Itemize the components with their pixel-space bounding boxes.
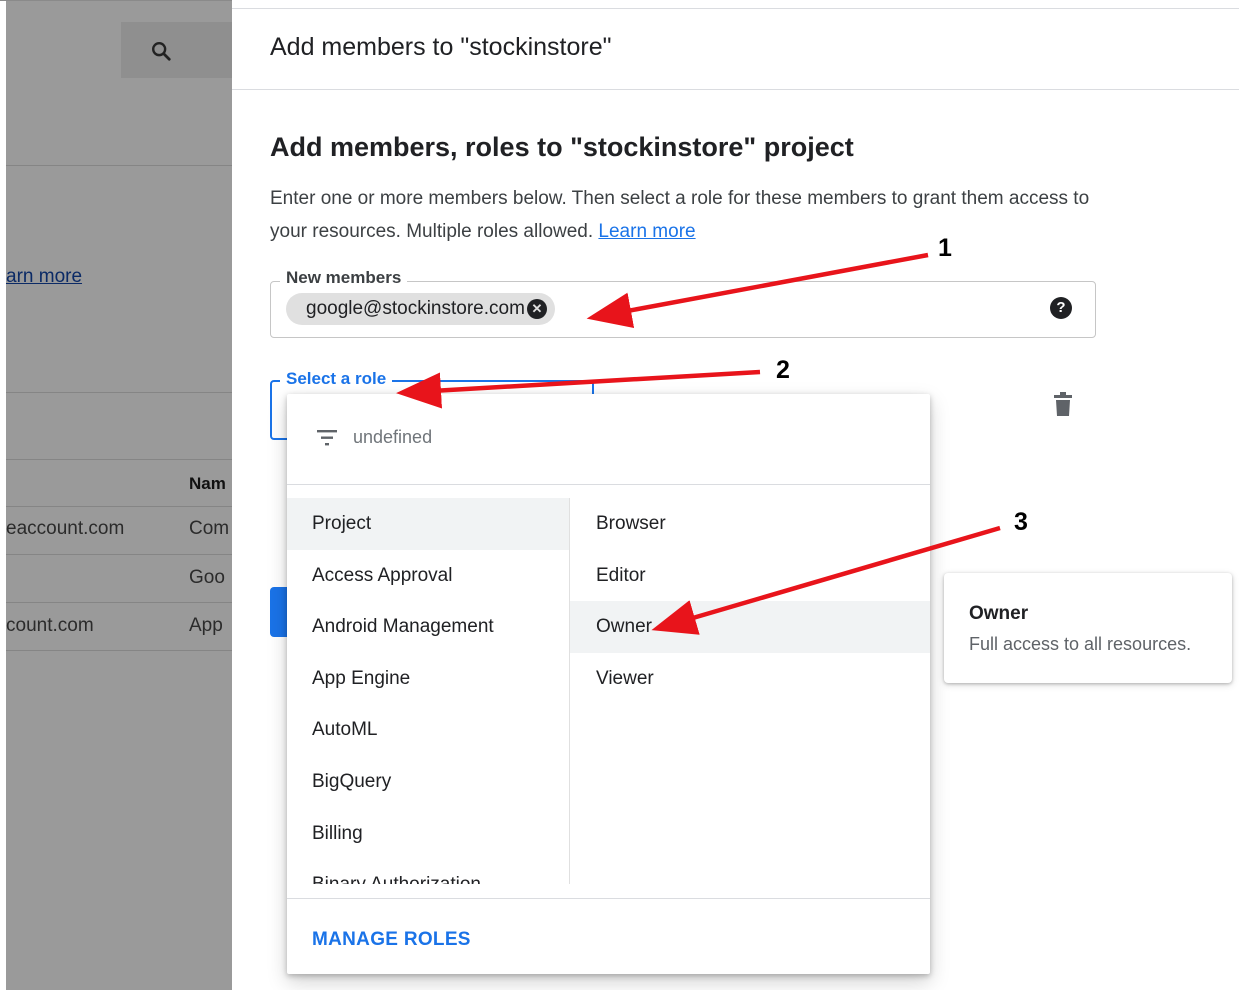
new-members-label: New members <box>280 268 408 288</box>
role-item-editor[interactable]: Editor <box>570 550 930 602</box>
background-learn-more-link[interactable]: arn more <box>6 266 82 288</box>
panel-title: Add members to "stockinstore" <box>270 33 612 61</box>
section-title: Add members, roles to "stockinstore" pro… <box>270 132 854 162</box>
manage-roles-button[interactable]: MANAGE ROLES <box>312 929 471 951</box>
table-cell: Goo <box>189 567 225 588</box>
table-cell: App <box>189 615 223 636</box>
filter-icon <box>317 430 337 446</box>
member-chip-label: google@stockinstore.com <box>306 298 525 319</box>
help-icon[interactable]: ? <box>1050 297 1072 319</box>
role-dropdown-menu: undefined Project Access Approval Androi… <box>287 394 930 974</box>
background-page: arn more Nam eaccount.com Com Goo count.… <box>0 0 232 990</box>
divider <box>6 554 232 555</box>
header-divider <box>232 89 1239 90</box>
role-item-viewer[interactable]: Viewer <box>570 653 930 705</box>
divider <box>6 650 232 651</box>
save-button[interactable] <box>270 587 288 637</box>
divider <box>6 602 232 603</box>
divider <box>6 459 232 460</box>
member-chip: google@stockinstore.com ✕ <box>286 293 555 325</box>
table-cell: eaccount.com <box>6 518 125 539</box>
info-card-description: Full access to all resources. <box>969 634 1192 654</box>
info-card-title: Owner <box>969 603 1029 624</box>
table-header-name: Nam <box>189 474 226 493</box>
filter-row[interactable]: undefined <box>287 394 930 485</box>
category-item-binary-authorization[interactable]: Binary Authorization <box>287 859 569 884</box>
category-item-automl[interactable]: AutoML <box>287 704 569 756</box>
role-item-owner[interactable]: Owner <box>570 601 930 653</box>
table-cell: Com <box>189 518 230 539</box>
top-divider <box>0 0 232 1</box>
trash-icon[interactable] <box>1054 392 1072 416</box>
remove-chip-icon[interactable]: ✕ <box>526 299 547 319</box>
role-list: Browser Editor Owner Viewer <box>570 498 930 704</box>
page-left-edge <box>0 0 6 990</box>
select-role-label: Select a role <box>280 369 393 389</box>
learn-more-link[interactable]: Learn more <box>598 221 695 242</box>
filter-input[interactable]: undefined <box>353 427 432 448</box>
top-divider <box>232 8 1239 9</box>
description: Enter one or more members below. Then se… <box>270 182 1110 248</box>
search-button[interactable] <box>121 22 232 78</box>
role-item-browser[interactable]: Browser <box>570 498 930 550</box>
divider <box>6 165 232 166</box>
category-item-access-approval[interactable]: Access Approval <box>287 550 569 602</box>
divider <box>6 392 232 393</box>
category-item-bigquery[interactable]: BigQuery <box>287 756 569 808</box>
category-item-android-management[interactable]: Android Management <box>287 601 569 653</box>
search-icon <box>152 42 171 61</box>
category-item-app-engine[interactable]: App Engine <box>287 653 569 705</box>
role-info-card: Owner Full access to all resources. <box>944 573 1232 683</box>
dropdown-footer: MANAGE ROLES <box>287 898 930 975</box>
category-item-project[interactable]: Project <box>287 498 569 550</box>
table-cell: count.com <box>6 615 94 636</box>
divider <box>6 506 232 507</box>
category-list[interactable]: Project Access Approval Android Manageme… <box>287 498 570 884</box>
category-item-billing[interactable]: Billing <box>287 808 569 860</box>
